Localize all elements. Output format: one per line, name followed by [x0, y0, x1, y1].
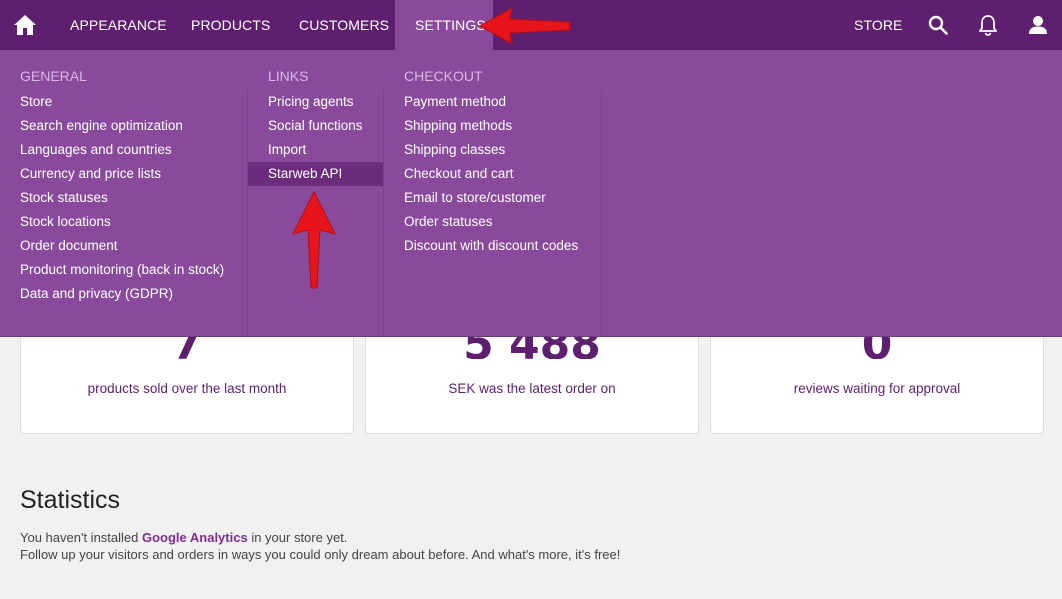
notifications-button[interactable] [968, 0, 1008, 50]
menu-divider [601, 90, 602, 336]
statistics-text: You haven't installed [20, 530, 142, 545]
menu-item-pricing-agents[interactable]: Pricing agents [268, 90, 354, 114]
bell-icon [979, 15, 997, 36]
menu-item-import[interactable]: Import [268, 138, 306, 162]
stat-card-reviews: 0 reviews waiting for approval [710, 323, 1044, 434]
card-label: reviews waiting for approval [793, 381, 961, 396]
nav-customers[interactable]: CUSTOMERS [299, 0, 389, 50]
menu-item-gdpr[interactable]: Data and privacy (GDPR) [20, 282, 173, 306]
menu-item-store[interactable]: Store [20, 90, 52, 114]
nav-appearance[interactable]: APPEARANCE [70, 0, 167, 50]
card-label: SEK was the latest order on [448, 381, 616, 396]
stat-card-products-sold: 7 products sold over the last month [20, 323, 354, 434]
statistics-line-1: You haven't installed Google Analytics i… [20, 530, 347, 545]
menu-column-title: CHECKOUT [404, 68, 483, 84]
nav-products[interactable]: PRODUCTS [191, 0, 270, 50]
menu-column-title: GENERAL [20, 68, 87, 84]
menu-item-seo[interactable]: Search engine optimization [20, 114, 183, 138]
menu-item-email-store-customer[interactable]: Email to store/customer [404, 186, 546, 210]
menu-item-social-functions[interactable]: Social functions [268, 114, 363, 138]
menu-item-shipping-methods[interactable]: Shipping methods [404, 114, 512, 138]
menu-item-order-statuses[interactable]: Order statuses [404, 210, 493, 234]
google-analytics-link[interactable]: Google Analytics [142, 530, 248, 545]
home-button[interactable] [0, 0, 50, 50]
menu-item-checkout-cart[interactable]: Checkout and cart [404, 162, 514, 186]
card-label: products sold over the last month [87, 381, 287, 396]
home-icon [14, 15, 36, 35]
stat-card-latest-order: 5 488 SEK was the latest order on [365, 323, 699, 434]
settings-mega-menu: GENERAL Store Search engine optimization… [0, 50, 1062, 337]
menu-item-currency[interactable]: Currency and price lists [20, 162, 161, 186]
menu-item-order-document[interactable]: Order document [20, 234, 118, 258]
menu-item-product-monitoring[interactable]: Product monitoring (back in stock) [20, 258, 224, 282]
statistics-title: Statistics [20, 486, 121, 514]
annotation-arrow-up-icon [292, 190, 336, 289]
menu-column-general: GENERAL Store Search engine optimization… [0, 50, 248, 337]
menu-item-starweb-api[interactable]: Starweb API [248, 162, 383, 186]
nav-store[interactable]: STORE [854, 0, 902, 50]
menu-column-title: LINKS [268, 68, 309, 84]
statistics-text: in your store yet. [247, 530, 348, 545]
menu-item-languages[interactable]: Languages and countries [20, 138, 172, 162]
menu-item-payment-method[interactable]: Payment method [404, 90, 506, 114]
menu-item-stock-locations[interactable]: Stock locations [20, 210, 111, 234]
menu-item-discount-codes[interactable]: Discount with discount codes [404, 234, 578, 258]
annotation-arrow-left-icon [478, 7, 571, 45]
search-icon [928, 15, 948, 35]
menu-item-shipping-classes[interactable]: Shipping classes [404, 138, 505, 162]
user-icon [1029, 16, 1047, 34]
menu-column-checkout: CHECKOUT Payment method Shipping methods… [384, 50, 602, 337]
menu-item-stock-statuses[interactable]: Stock statuses [20, 186, 108, 210]
statistics-line-2: Follow up your visitors and orders in wa… [20, 547, 621, 562]
search-button[interactable] [918, 0, 958, 50]
account-button[interactable] [1018, 0, 1058, 50]
